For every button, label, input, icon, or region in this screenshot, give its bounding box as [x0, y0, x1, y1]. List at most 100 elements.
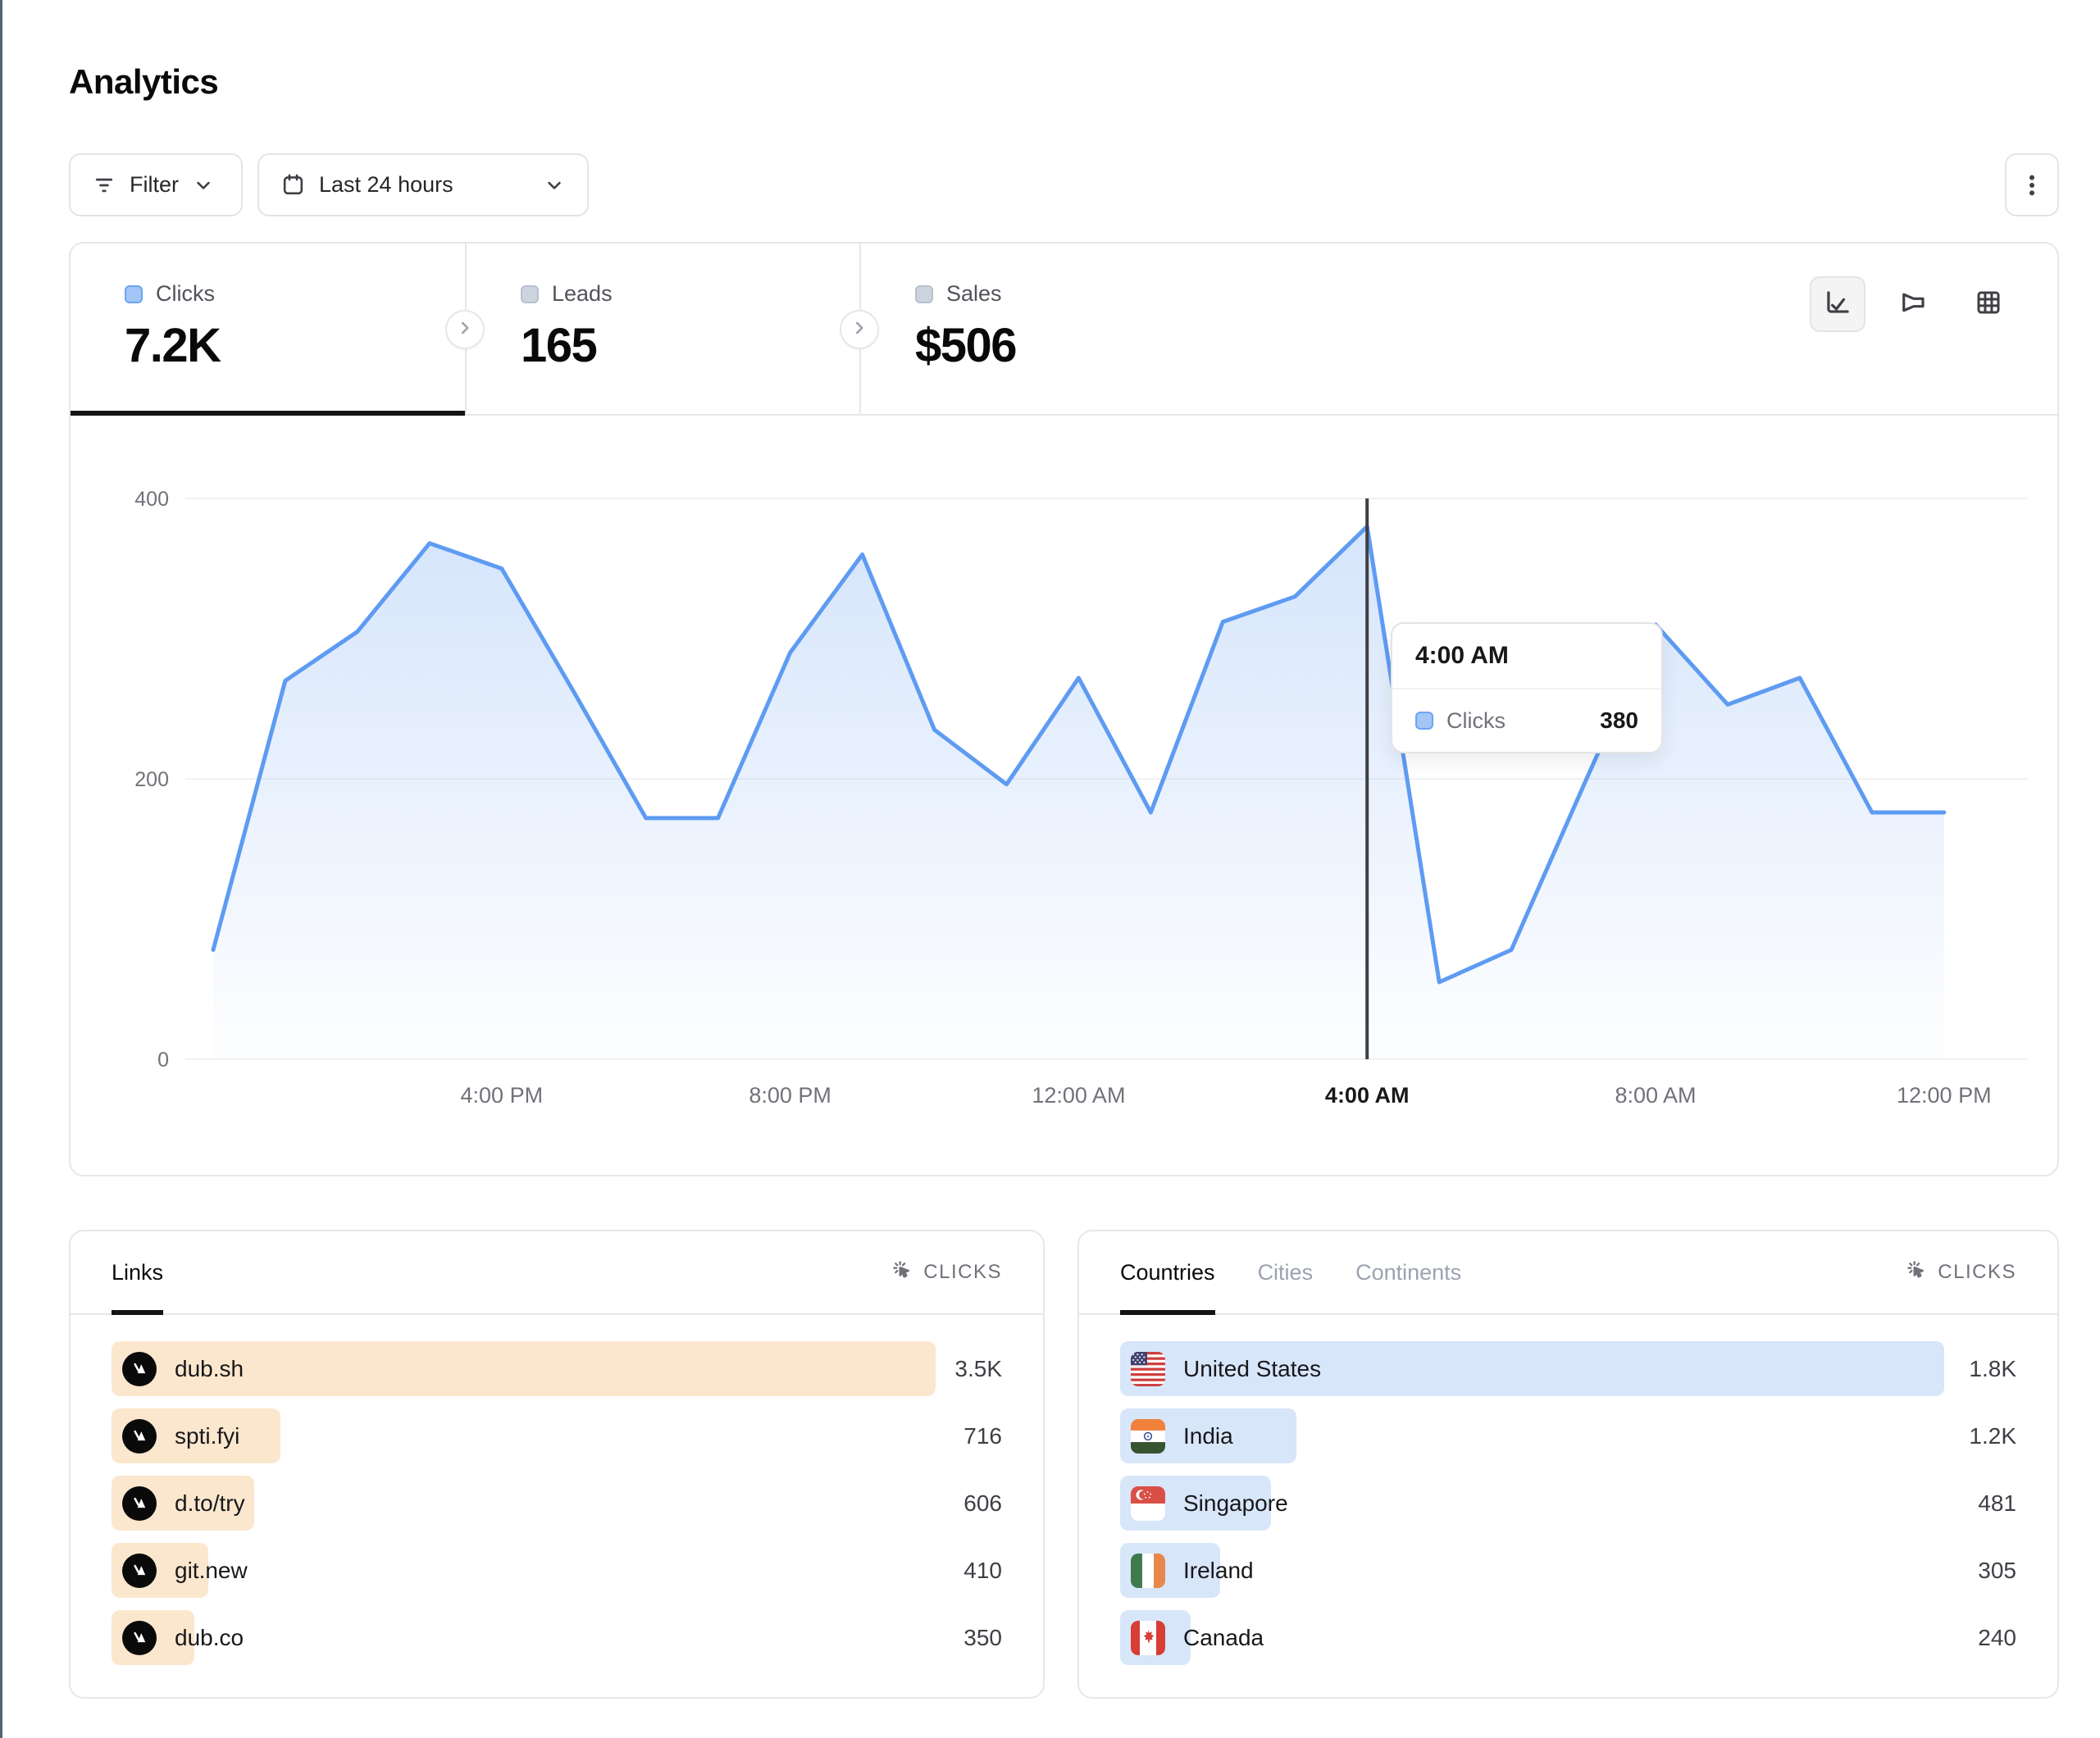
links-tab-links[interactable]: Links	[112, 1231, 163, 1313]
chevron-down-icon	[192, 174, 215, 197]
country-row[interactable]: Singapore 481	[1120, 1476, 2016, 1531]
tooltip-series-label: Clicks	[1446, 708, 1506, 734]
chevron-right-icon	[849, 317, 870, 343]
svg-text:8:00 AM: 8:00 AM	[1615, 1083, 1696, 1108]
line-chart-icon	[1823, 287, 1853, 321]
row-value: 1.2K	[1969, 1408, 2016, 1463]
row-value: 410	[963, 1543, 1002, 1598]
stat-label: Sales	[946, 281, 1002, 307]
links-metric-toggle[interactable]: CLICKS	[890, 1258, 1002, 1287]
row-label: United States	[1183, 1356, 1321, 1382]
stat-value: 7.2K	[125, 318, 465, 373]
chevron-down-icon	[543, 174, 566, 197]
clicks-legend-chip	[1415, 712, 1433, 730]
row-label: Singapore	[1183, 1490, 1288, 1517]
stat-label: Leads	[552, 281, 613, 307]
country-row[interactable]: Canada 240	[1120, 1610, 2016, 1665]
tooltip-title: 4:00 AM	[1392, 624, 1661, 689]
row-label: git.new	[175, 1558, 248, 1584]
svg-text:200: 200	[134, 768, 169, 791]
row-value: 350	[963, 1610, 1002, 1665]
line-chart-view-button[interactable]	[1810, 276, 1865, 332]
cursor-click-icon	[1904, 1258, 1928, 1287]
stat-label: Clicks	[156, 281, 215, 307]
expand-stats-button[interactable]	[840, 310, 879, 349]
svg-text:0: 0	[157, 1049, 169, 1071]
stats-header: Clicks 7.2K Leads 165 Sales $506	[71, 243, 2057, 416]
filter-button[interactable]: Filter	[69, 153, 243, 216]
svg-text:12:00 PM: 12:00 PM	[1897, 1083, 1992, 1108]
row-value: 481	[1978, 1476, 2016, 1531]
countries-metric-label: CLICKS	[1938, 1261, 2016, 1284]
flag-us-icon	[1131, 1352, 1165, 1386]
stat-tab-clicks[interactable]: Clicks 7.2K	[71, 243, 465, 414]
flag-sg-icon	[1131, 1486, 1165, 1521]
row-value: 716	[963, 1408, 1002, 1463]
countries-tab-countries[interactable]: Countries	[1120, 1231, 1215, 1313]
country-row[interactable]: Ireland 305	[1120, 1543, 2016, 1598]
links-panel: Links CLICKS dub.sh 3.5K spti.fyi 716 d.…	[69, 1230, 1045, 1699]
dub-logo-icon	[122, 1621, 157, 1655]
row-label: dub.sh	[175, 1356, 244, 1382]
country-row[interactable]: India 1.2K	[1120, 1408, 2016, 1463]
svg-text:400: 400	[134, 488, 169, 511]
links-panel-header: Links CLICKS	[71, 1231, 1043, 1315]
grid-icon	[1974, 288, 2003, 321]
link-row[interactable]: dub.sh 3.5K	[112, 1341, 1002, 1396]
flag-in-icon	[1131, 1419, 1165, 1454]
date-range-button[interactable]: Last 24 hours	[257, 153, 589, 216]
row-value: 3.5K	[954, 1341, 1002, 1396]
links-metric-label: CLICKS	[923, 1261, 1002, 1284]
link-row[interactable]: git.new 410	[112, 1543, 1002, 1598]
flag-ca-icon	[1131, 1621, 1165, 1655]
date-range-label: Last 24 hours	[319, 172, 453, 198]
clicks-legend-chip	[125, 285, 143, 303]
grid-view-button[interactable]	[1961, 276, 2016, 332]
link-row[interactable]: d.to/try 606	[112, 1476, 1002, 1531]
sales-legend-chip	[915, 285, 933, 303]
countries-tab-continents[interactable]: Continents	[1355, 1231, 1461, 1313]
row-label: spti.fyi	[175, 1423, 239, 1449]
dub-logo-icon	[122, 1554, 157, 1588]
row-label: Ireland	[1183, 1558, 1254, 1584]
filter-icon	[92, 173, 116, 198]
page-title: Analytics	[69, 62, 218, 102]
area-chart: 02004004:00 PM8:00 PM12:00 AM4:00 AM8:00…	[71, 416, 2057, 1175]
chart-view-switcher	[1810, 276, 2016, 332]
row-value: 240	[1978, 1610, 2016, 1665]
chart-tooltip: 4:00 AM Clicks 380	[1391, 622, 1663, 753]
row-label: India	[1183, 1423, 1233, 1449]
funnel-icon	[1898, 288, 1928, 321]
countries-panel: Countries Cities Continents CLICKS United …	[1077, 1230, 2059, 1699]
window-left-edge	[0, 0, 2, 1738]
leads-legend-chip	[521, 285, 539, 303]
row-label: Canada	[1183, 1625, 1264, 1651]
tooltip-value: 380	[1600, 707, 1638, 734]
dub-logo-icon	[122, 1352, 157, 1386]
expand-stats-button[interactable]	[445, 310, 485, 349]
stat-tab-leads[interactable]: Leads 165	[465, 243, 859, 414]
funnel-view-button[interactable]	[1885, 276, 1941, 332]
country-row[interactable]: United States 1.8K	[1120, 1341, 2016, 1396]
analytics-card: Clicks 7.2K Leads 165 Sales $506 0 200 400…	[69, 242, 2059, 1176]
row-value: 606	[963, 1476, 1002, 1531]
link-row[interactable]: dub.co 350	[112, 1610, 1002, 1665]
calendar-icon	[280, 172, 306, 198]
stat-value: 165	[521, 318, 859, 373]
countries-metric-toggle[interactable]: CLICKS	[1904, 1258, 2016, 1287]
cursor-click-icon	[890, 1258, 913, 1287]
svg-text:4:00 AM: 4:00 AM	[1325, 1083, 1410, 1108]
flag-ie-icon	[1131, 1554, 1165, 1588]
row-label: d.to/try	[175, 1490, 245, 1517]
analytics-page: Analytics Filter Last 24 hours Clicks 7.…	[0, 0, 2100, 1738]
row-value: 305	[1978, 1543, 2016, 1598]
row-label: dub.co	[175, 1625, 244, 1651]
clicks-chart[interactable]: 02004004:00 PM8:00 PM12:00 AM4:00 AM8:00…	[71, 416, 2057, 1175]
dub-logo-icon	[122, 1419, 157, 1454]
countries-panel-header: Countries Cities Continents CLICKS	[1079, 1231, 2057, 1315]
more-options-button[interactable]	[2005, 153, 2059, 216]
countries-tab-cities[interactable]: Cities	[1258, 1231, 1314, 1313]
row-value: 1.8K	[1969, 1341, 2016, 1396]
dub-logo-icon	[122, 1486, 157, 1521]
link-row[interactable]: spti.fyi 716	[112, 1408, 1002, 1463]
